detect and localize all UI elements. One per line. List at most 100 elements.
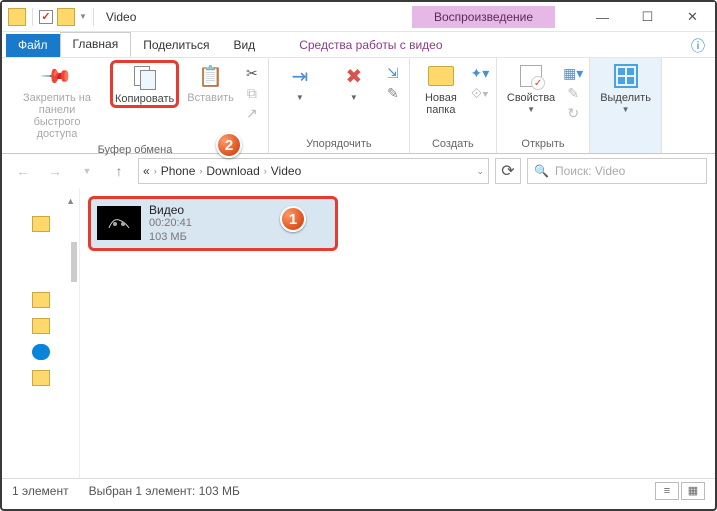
status-bar: 1 элемент Выбран 1 элемент: 103 МБ ≡ ▦ xyxy=(2,478,715,502)
nav-folder-icon[interactable] xyxy=(32,318,50,334)
chevron-down-icon: ▼ xyxy=(350,93,358,102)
nav-onedrive-icon[interactable] xyxy=(32,344,50,360)
tab-file[interactable]: Файл xyxy=(6,34,60,57)
new-folder-label: Новая папка xyxy=(425,92,457,116)
tab-view[interactable]: Вид xyxy=(221,34,267,57)
scrollbar-thumb[interactable] xyxy=(71,242,77,282)
new-folder-icon xyxy=(426,62,456,90)
nav-folder-icon[interactable] xyxy=(32,370,50,386)
breadcrumb-root[interactable]: « xyxy=(143,164,150,178)
scroll-up-icon[interactable]: ▲ xyxy=(66,196,75,206)
chevron-right-icon: › xyxy=(154,166,157,176)
content-area: ▲ Видео 00:20:41 103 МБ 1 xyxy=(2,188,715,478)
organize-small-buttons: ⇲ ✎ xyxy=(383,60,403,102)
group-label-new: Создать xyxy=(416,136,490,151)
navigation-pane[interactable]: ▲ xyxy=(2,188,80,478)
view-buttons: ≡ ▦ xyxy=(655,482,705,500)
copy-button[interactable]: Копировать xyxy=(110,60,179,108)
up-button[interactable]: ↑ xyxy=(106,158,132,184)
tab-share[interactable]: Поделиться xyxy=(131,34,221,57)
chevron-right-icon: › xyxy=(199,166,202,176)
help-icon[interactable]: ⓘ xyxy=(691,36,705,56)
copy-label: Копировать xyxy=(115,93,174,105)
breadcrumb-download[interactable]: Download xyxy=(206,164,259,178)
icons-view-button[interactable]: ▦ xyxy=(681,482,705,500)
minimize-button[interactable]: — xyxy=(580,2,625,32)
breadcrumb[interactable]: « › Phone › Download › Video ⌄ xyxy=(138,158,489,184)
nav-folder-icon[interactable] xyxy=(32,292,50,308)
chevron-down-icon: ▼ xyxy=(622,105,630,114)
back-button[interactable]: ← xyxy=(10,158,36,184)
properties-icon xyxy=(516,62,546,90)
pin-label: Закрепить на панели быстрого доступа xyxy=(12,92,102,140)
recent-button[interactable]: ▼ xyxy=(74,158,100,184)
new-folder-button[interactable]: Новая папка xyxy=(416,60,466,118)
chevron-down-icon: ▼ xyxy=(527,105,535,114)
copy-icon xyxy=(130,63,160,91)
file-size: 103 МБ xyxy=(149,231,192,244)
search-input[interactable]: 🔍 Поиск: Video xyxy=(527,158,707,184)
annotation-badge-2: 2 xyxy=(216,132,242,158)
delete-icon: ✖ xyxy=(339,62,369,90)
ribbon-group-organize: ⇥ ▼ ✖ ▼ ⇲ ✎ Упорядочить xyxy=(269,58,410,153)
clipboard-small-buttons: ✂ ⧉ ↗ xyxy=(242,60,262,122)
status-item-count: 1 элемент xyxy=(12,484,69,498)
select-icon xyxy=(611,62,641,90)
edit-icon[interactable]: ✎ xyxy=(563,84,583,102)
ribbon-group-select: Выделить ▼ xyxy=(590,58,662,153)
chevron-down-icon[interactable]: ⌄ xyxy=(476,166,484,177)
search-placeholder: Поиск: Video xyxy=(555,164,625,178)
move-to-button[interactable]: ⇥ ▼ xyxy=(275,60,325,104)
copy-to-icon[interactable]: ⇲ xyxy=(383,64,403,82)
annotation-badge-1: 1 xyxy=(280,206,306,232)
tab-home[interactable]: Главная xyxy=(60,32,132,57)
breadcrumb-phone[interactable]: Phone xyxy=(161,164,196,178)
rename-icon[interactable]: ✎ xyxy=(383,84,403,102)
nav-folder-icon[interactable] xyxy=(32,216,50,232)
file-name: Видео xyxy=(149,203,192,217)
checkbox-icon[interactable]: ✓ xyxy=(39,10,53,24)
folder-icon xyxy=(8,8,26,26)
status-selection: Выбран 1 элемент: 103 МБ xyxy=(89,484,240,498)
refresh-button[interactable]: ⟳ xyxy=(495,158,521,184)
move-icon: ⇥ xyxy=(285,62,315,90)
properties-label: Свойства xyxy=(507,92,555,104)
file-duration: 00:20:41 xyxy=(149,217,192,230)
group-label-select xyxy=(596,136,655,151)
group-label-open: Открыть xyxy=(503,136,583,151)
maximize-button[interactable]: ☐ xyxy=(625,2,670,32)
copy-path-icon[interactable]: ⧉ xyxy=(242,84,262,102)
cut-icon[interactable]: ✂ xyxy=(242,64,262,82)
file-list[interactable]: Видео 00:20:41 103 МБ 1 xyxy=(80,188,715,478)
new-small-buttons: ✦▾ ⟐▾ xyxy=(470,60,490,102)
new-item-icon[interactable]: ✦▾ xyxy=(470,64,490,82)
breadcrumb-video[interactable]: Video xyxy=(271,164,301,178)
folder-icon xyxy=(57,8,75,26)
details-view-button[interactable]: ≡ xyxy=(655,482,679,500)
window-controls: — ☐ ✕ xyxy=(580,2,715,32)
paste-label: Вставить xyxy=(187,92,234,104)
address-row: ← → ▼ ↑ « › Phone › Download › Video ⌄ ⟳… xyxy=(2,154,715,188)
ribbon-tabs: Файл Главная Поделиться Вид Средства раб… xyxy=(2,32,715,58)
tab-video-tools[interactable]: Средства работы с видео xyxy=(287,34,454,57)
open-icon[interactable]: ▦▾ xyxy=(563,64,583,82)
chevron-right-icon: › xyxy=(264,166,267,176)
history-icon[interactable]: ↻ xyxy=(563,104,583,122)
easy-access-icon[interactable]: ⟐▾ xyxy=(470,84,490,102)
video-thumbnail xyxy=(97,206,141,240)
chevron-down-icon: ▼ xyxy=(296,93,304,102)
quick-access-toolbar: ✓ ▼ xyxy=(2,8,96,26)
forward-button[interactable]: → xyxy=(42,158,68,184)
paste-shortcut-icon[interactable]: ↗ xyxy=(242,104,262,122)
group-label-organize: Упорядочить xyxy=(275,136,403,151)
divider xyxy=(32,8,33,26)
paste-button[interactable]: 📋 Вставить xyxy=(183,60,238,106)
properties-button[interactable]: Свойства ▼ xyxy=(503,60,559,116)
pin-button[interactable]: 📌 Закрепить на панели быстрого доступа xyxy=(8,60,106,142)
select-button[interactable]: Выделить ▼ xyxy=(596,60,655,116)
chevron-down-icon[interactable]: ▼ xyxy=(79,12,87,21)
search-icon: 🔍 xyxy=(534,164,549,178)
delete-button[interactable]: ✖ ▼ xyxy=(329,60,379,104)
paste-icon: 📋 xyxy=(196,62,226,90)
close-button[interactable]: ✕ xyxy=(670,2,715,32)
